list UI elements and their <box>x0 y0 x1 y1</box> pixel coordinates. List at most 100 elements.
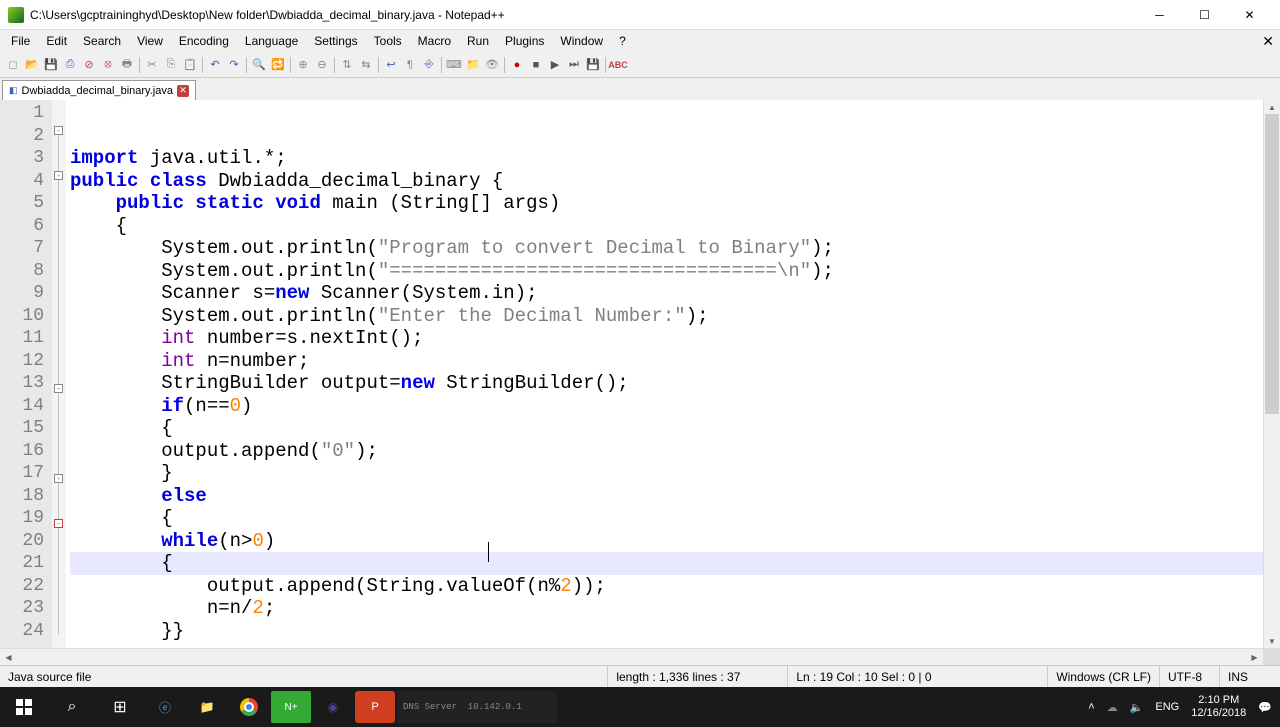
redo-icon[interactable]: ↷ <box>225 56 243 74</box>
tab-close-icon[interactable]: ✕ <box>177 85 189 97</box>
tray-lang[interactable]: ENG <box>1155 701 1179 713</box>
status-ins[interactable]: INS <box>1220 666 1280 687</box>
wordwrap-icon[interactable]: ↩ <box>382 56 400 74</box>
menu-edit[interactable]: Edit <box>39 32 74 50</box>
menu-search[interactable]: Search <box>76 32 128 50</box>
scroll-right-icon[interactable]: ▶ <box>1246 649 1263 665</box>
menu-language[interactable]: Language <box>238 32 305 50</box>
menu-view[interactable]: View <box>130 32 170 50</box>
fold-column[interactable]: - - - - - <box>52 100 66 648</box>
line-numbers: 123456789101112131415161718192021222324 <box>0 100 52 648</box>
taskbar-cmd[interactable]: DNS Server 10.142.0.1 <box>397 691 557 723</box>
cut-icon[interactable]: ✂ <box>143 56 161 74</box>
scroll-corner <box>1263 649 1280 665</box>
play-icon[interactable]: ▶ <box>546 56 564 74</box>
find-icon[interactable]: 🔍 <box>250 56 268 74</box>
tray-onedrive-icon[interactable]: ☁ <box>1107 701 1118 714</box>
taskbar-powerpoint[interactable]: P <box>355 691 395 723</box>
editor: 123456789101112131415161718192021222324 … <box>0 100 1280 648</box>
menu-encoding[interactable]: Encoding <box>172 32 236 50</box>
separator <box>504 57 505 73</box>
tray-clock[interactable]: 2:10 PM 12/16/2018 <box>1191 694 1246 720</box>
tab-label: Dwbiadda_decimal_binary.java <box>22 85 173 97</box>
separator <box>290 57 291 73</box>
menu-help[interactable]: ? <box>612 32 633 50</box>
menubar: File Edit Search View Encoding Language … <box>0 30 1280 52</box>
tab-active[interactable]: ◧ Dwbiadda_decimal_binary.java ✕ <box>2 80 196 100</box>
file-icon: ◧ <box>9 85 18 96</box>
scroll-left-icon[interactable]: ◀ <box>0 649 17 665</box>
new-file-icon[interactable]: ◻ <box>4 56 22 74</box>
taskbar-ie[interactable]: ⓔ <box>145 691 185 723</box>
tabbar: ◧ Dwbiadda_decimal_binary.java ✕ <box>0 78 1280 100</box>
save-all-icon[interactable]: ⎙ <box>61 56 79 74</box>
taskbar: ⌕ ⊞ ⓔ 📁 N+ ◉ P DNS Server 10.142.0.1 ˄ ☁… <box>0 687 1280 727</box>
fold-box-icon[interactable]: - <box>54 474 63 483</box>
menu-run[interactable]: Run <box>460 32 496 50</box>
stop-icon[interactable]: ■ <box>527 56 545 74</box>
close-icon[interactable]: ⊘ <box>80 56 98 74</box>
status-encoding[interactable]: UTF-8 <box>1160 666 1220 687</box>
doc-close-button[interactable]: ✕ <box>1262 33 1274 50</box>
zoom-in-icon[interactable]: ⊕ <box>294 56 312 74</box>
menu-window[interactable]: Window <box>553 32 610 50</box>
statusbar: Java source file length : 1,336 lines : … <box>0 665 1280 687</box>
sync-v-icon[interactable]: ⇅ <box>338 56 356 74</box>
vertical-scrollbar[interactable]: ▲ ▼ <box>1263 100 1280 648</box>
save-icon[interactable]: 💾 <box>42 56 60 74</box>
fold-box-icon[interactable]: - <box>54 519 63 528</box>
start-button[interactable] <box>0 687 48 727</box>
undo-icon[interactable]: ↶ <box>206 56 224 74</box>
minimize-button[interactable]: ─ <box>1137 1 1182 29</box>
menu-settings[interactable]: Settings <box>307 32 364 50</box>
fold-box-icon[interactable]: - <box>54 171 63 180</box>
scroll-up-icon[interactable]: ▲ <box>1264 100 1280 114</box>
monitor-icon[interactable]: 👁 <box>483 56 501 74</box>
toolbar: ◻ 📂 💾 ⎙ ⊘ ⦻ 🖶 ✂ ⎘ 📋 ↶ ↷ 🔍 🔁 ⊕ ⊖ ⇅ ⇆ ↩ ¶ … <box>0 52 1280 78</box>
scroll-down-icon[interactable]: ▼ <box>1264 634 1280 648</box>
menu-file[interactable]: File <box>4 32 37 50</box>
tray-chevron-icon[interactable]: ˄ <box>1088 701 1094 713</box>
menu-tools[interactable]: Tools <box>367 32 409 50</box>
maximize-button[interactable]: ☐ <box>1182 1 1227 29</box>
clock-time: 2:10 PM <box>1191 694 1246 707</box>
play-multi-icon[interactable]: ⏭ <box>565 56 583 74</box>
fold-box-icon[interactable]: - <box>54 384 63 393</box>
all-chars-icon[interactable]: ¶ <box>401 56 419 74</box>
menu-macro[interactable]: Macro <box>411 32 458 50</box>
save-macro-icon[interactable]: 💾 <box>584 56 602 74</box>
scroll-track[interactable] <box>17 649 1246 665</box>
separator <box>378 57 379 73</box>
folder-icon[interactable]: 📁 <box>464 56 482 74</box>
paste-icon[interactable]: 📋 <box>181 56 199 74</box>
zoom-out-icon[interactable]: ⊖ <box>313 56 331 74</box>
scroll-thumb[interactable] <box>1265 114 1279 414</box>
taskbar-eclipse[interactable]: ◉ <box>313 691 353 723</box>
taskbar-explorer[interactable]: 📁 <box>187 691 227 723</box>
close-all-icon[interactable]: ⦻ <box>99 56 117 74</box>
separator <box>139 57 140 73</box>
horizontal-scrollbar[interactable]: ◀ ▶ <box>0 648 1280 665</box>
taskbar-notepadpp[interactable]: N+ <box>271 691 311 723</box>
tray-notifications-icon[interactable]: 💬 <box>1258 701 1272 714</box>
separator <box>441 57 442 73</box>
copy-icon[interactable]: ⎘ <box>162 56 180 74</box>
spellcheck-icon[interactable]: ABC <box>609 56 627 74</box>
record-icon[interactable]: ● <box>508 56 526 74</box>
menu-plugins[interactable]: Plugins <box>498 32 551 50</box>
replace-icon[interactable]: 🔁 <box>269 56 287 74</box>
print-icon[interactable]: 🖶 <box>118 56 136 74</box>
lang-icon[interactable]: ⌨ <box>445 56 463 74</box>
status-eol[interactable]: Windows (CR LF) <box>1048 666 1160 687</box>
close-button[interactable]: ✕ <box>1227 1 1272 29</box>
indent-guide-icon[interactable]: ⎆ <box>420 56 438 74</box>
search-icon[interactable]: ⌕ <box>48 687 96 727</box>
taskbar-chrome[interactable] <box>229 691 269 723</box>
code-area[interactable]: import java.util.*;public class Dwbiadda… <box>66 100 1263 648</box>
open-file-icon[interactable]: 📂 <box>23 56 41 74</box>
fold-box-icon[interactable]: - <box>54 126 63 135</box>
task-view-icon[interactable]: ⊞ <box>96 687 144 727</box>
tray-volume-icon[interactable]: 🔈 <box>1130 701 1144 714</box>
status-filetype: Java source file <box>0 666 608 687</box>
sync-h-icon[interactable]: ⇆ <box>357 56 375 74</box>
